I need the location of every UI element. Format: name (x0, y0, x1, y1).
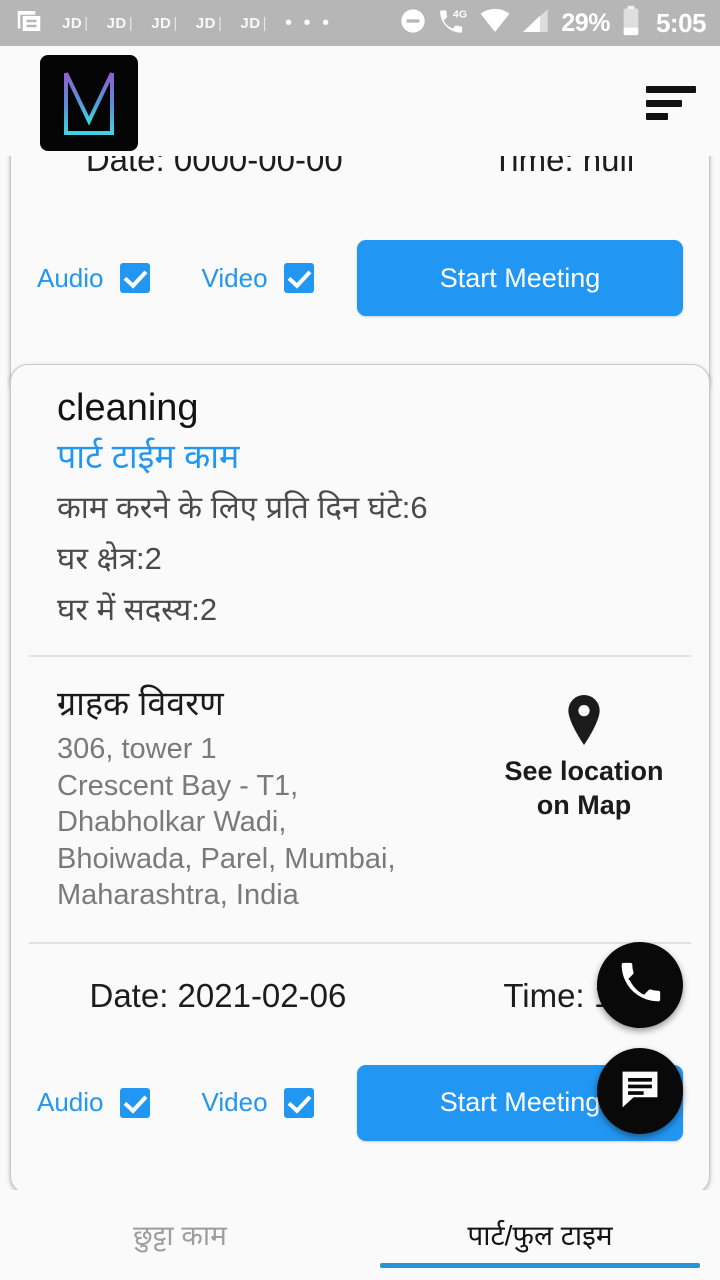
address-line: Dhabholkar Wadi, (57, 806, 287, 839)
app-logo-m (40, 55, 138, 151)
status-bar: JD JD JD JD JD • • • 4G (0, 0, 720, 46)
menu-bar-2 (646, 99, 682, 107)
jd-notification-badge: JD (196, 15, 223, 32)
status-bar-clock: 5:05 (655, 7, 707, 38)
meeting-date-label: Date: 2021-02-06 (89, 976, 347, 1014)
audio-label: Audio (37, 262, 104, 293)
phone-icon (618, 961, 662, 1010)
audio-label: Audio (37, 1087, 104, 1118)
address-line: Maharashtra, India (57, 879, 299, 912)
do-not-disturb-icon (399, 7, 427, 40)
app-screen: JD JD JD JD JD • • • 4G (0, 0, 720, 1280)
status-bar-system: 4G 29% 5:05 (399, 5, 707, 42)
address-line: Bhoiwada, Parel, Mumbai, (57, 842, 396, 875)
jd-notification-badge: JD (107, 15, 134, 32)
more-notifications-dots: • • • (284, 12, 333, 34)
active-tab-indicator (380, 1263, 700, 1268)
video-checkbox[interactable] (283, 263, 314, 293)
see-location-on-map-button[interactable]: See location on Map (459, 683, 709, 914)
chat-bubble-icon (618, 1067, 662, 1116)
tab-label: पार्ट/फुल टाइम (467, 1220, 613, 1251)
svg-text:4G: 4G (453, 8, 467, 20)
audio-checkbox[interactable] (119, 263, 150, 293)
meeting-action-row: Audio Video Start Meeting (11, 203, 709, 353)
audio-checkbox[interactable] (119, 1087, 150, 1118)
map-link-text: See location on Map (504, 754, 663, 822)
video-label: Video (201, 1087, 268, 1118)
bottom-tab-bar: छुट्टा काम पार्ट/फुल टाइम (0, 1190, 720, 1280)
job-members-line: घर में सदस्य:2 (57, 592, 218, 628)
video-label: Video (201, 262, 268, 293)
map-link-line-2: on Map (536, 789, 632, 820)
address-line: Crescent Bay - T1, (57, 769, 299, 802)
call-fab[interactable] (597, 942, 683, 1028)
battery-percent-label: 29% (561, 8, 610, 37)
tab-chhutta-kaam[interactable]: छुट्टा काम (0, 1190, 360, 1280)
status-bar-notifications: JD JD JD JD JD • • • (14, 6, 399, 41)
tab-part-full-time[interactable]: पार्ट/फुल टाइम (360, 1190, 720, 1280)
job-title: cleaning (57, 387, 199, 429)
app-bar (0, 46, 720, 156)
customer-details-heading: ग्राहक विवरण (57, 684, 224, 723)
video-checkbox[interactable] (283, 1087, 314, 1118)
start-meeting-button[interactable]: Start Meeting (357, 240, 683, 316)
menu-bar-3 (646, 113, 668, 120)
address-line: 306, tower 1 (57, 733, 217, 766)
filter-menu-icon[interactable] (646, 86, 698, 120)
jd-notification-badge: JD (151, 15, 178, 32)
tab-label: छुट्टा काम (133, 1220, 227, 1251)
map-pin-icon (565, 694, 603, 750)
network-4g-icon: 4G (437, 7, 469, 40)
cellular-signal-icon (521, 8, 551, 39)
job-area-line: घर क्षेत्र:2 (57, 541, 162, 577)
news-document-icon (14, 6, 44, 41)
customer-address-block: ग्राहक विवरण 306, tower 1 Crescent Bay -… (11, 683, 459, 914)
customer-address: 306, tower 1 Crescent Bay - T1, Dhabholk… (57, 725, 459, 914)
battery-low-icon (620, 5, 642, 42)
job-hours-line: काम करने के लिए प्रति दिन घंटे:6 (57, 489, 428, 525)
map-link-line-1: See location (504, 755, 664, 786)
customer-details-section: ग्राहक विवरण 306, tower 1 Crescent Bay -… (11, 657, 709, 914)
menu-bar-1 (646, 86, 696, 93)
chat-fab[interactable] (597, 1048, 683, 1134)
jd-notification-badge: JD (240, 15, 267, 32)
jd-notification-badge: JD (62, 15, 89, 32)
wifi-icon (479, 8, 511, 39)
job-type-label: पार्ट टाईम काम (57, 437, 240, 476)
